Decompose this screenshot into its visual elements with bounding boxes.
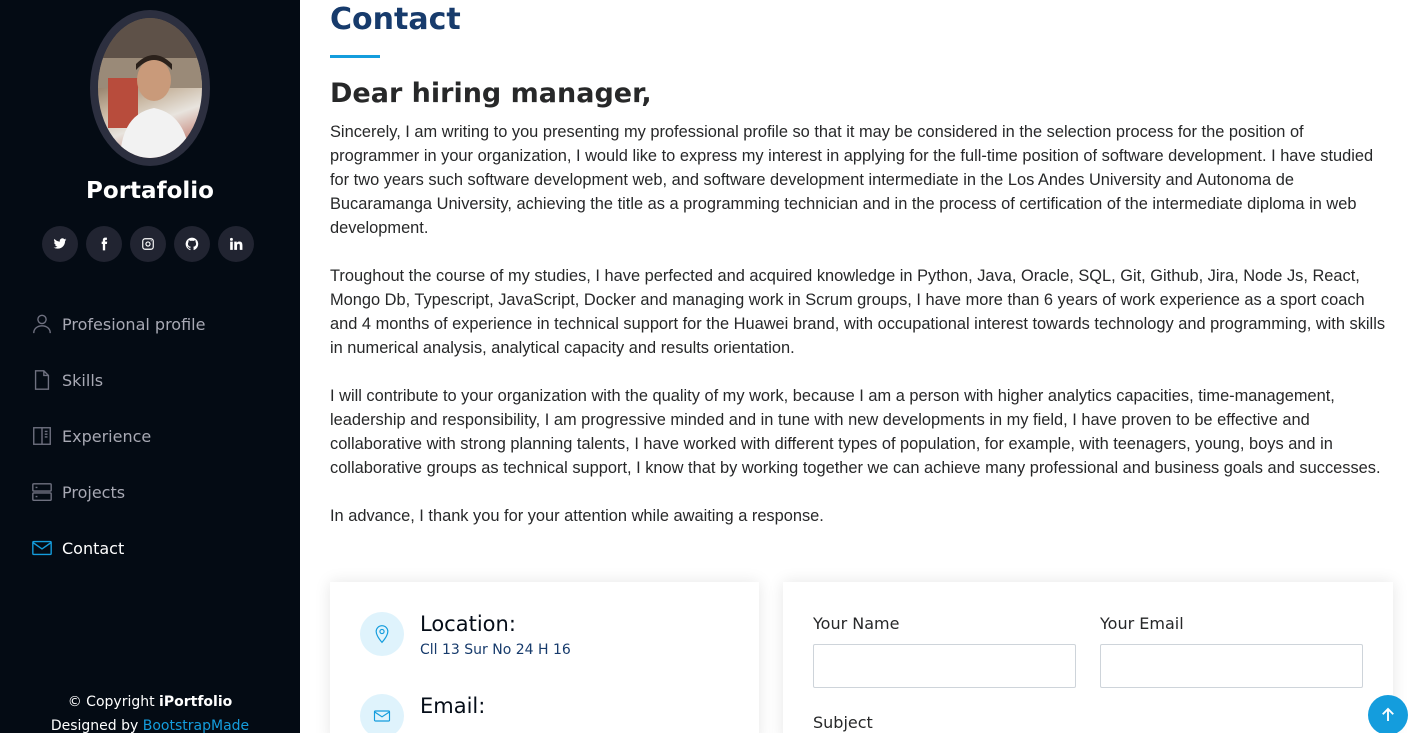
sidebar-nav: Profesional profile Skills Experience Pr… (30, 296, 205, 576)
file-icon (30, 368, 54, 392)
credits: Designed by BootstrapMade (0, 714, 300, 733)
letter-paragraph: Sincerely, I am writing to you presentin… (330, 123, 1374, 237)
nav-item-label: Skills (62, 370, 104, 390)
geo-pin-icon (360, 612, 404, 656)
book-icon (30, 424, 54, 448)
nav-item-contact[interactable]: Contact (30, 520, 205, 576)
sidebar-footer: © Copyright iPortfolio Designed by Boots… (0, 690, 300, 733)
cover-letter: Sincerely, I am writing to you presentin… (330, 120, 1394, 552)
sidebar: Portafolio Profesional profile Skills Ex (0, 0, 300, 733)
envelope-icon (360, 694, 404, 733)
nav-item-label: Profesional profile (62, 314, 206, 334)
linkedin-link[interactable] (218, 226, 254, 262)
subject-label: Subject (813, 713, 873, 732)
facebook-icon (101, 237, 108, 251)
nav-item-label: Contact (62, 538, 125, 558)
twitter-link[interactable] (42, 226, 78, 262)
brand-name[interactable]: Portafolio (0, 178, 300, 204)
copyright: © Copyright iPortfolio (0, 690, 300, 714)
profile-photo (98, 18, 202, 158)
twitter-icon (53, 238, 67, 249)
facebook-link[interactable] (86, 226, 122, 262)
greeting: Dear hiring manager, (330, 78, 652, 109)
email-label: Email: (420, 694, 486, 718)
nav-item-skills[interactable]: Skills (30, 352, 205, 408)
location-label: Location: (420, 612, 516, 636)
nav-item-projects[interactable]: Projects (30, 464, 205, 520)
nav-item-label: Experience (62, 426, 152, 446)
letter-paragraph: Troughout the course of my studies, I ha… (330, 267, 1386, 357)
letter-paragraph: In advance, I thank you for your attenti… (330, 507, 824, 525)
github-link[interactable] (174, 226, 210, 262)
name-label: Your Name (813, 614, 900, 633)
arrow-up-icon (1382, 707, 1394, 721)
copyright-prefix: © Copyright (67, 694, 160, 710)
copyright-brand: iPortfolio (159, 694, 233, 710)
server-icon (30, 480, 54, 504)
instagram-link[interactable] (130, 226, 166, 262)
name-input[interactable] (813, 644, 1076, 688)
social-links (42, 226, 254, 262)
contact-form: Your Name Your Email Subject (783, 582, 1393, 733)
section-title: Contact (330, 2, 461, 37)
location-value: Cll 13 Sur No 24 H 16 (420, 642, 571, 658)
bootstrapmade-link[interactable]: BootstrapMade (143, 718, 249, 733)
location-info: Location: Cll 13 Sur No 24 H 16 (360, 612, 571, 658)
github-icon (185, 237, 199, 251)
letter-paragraph: I will contribute to your organization w… (330, 387, 1381, 477)
nav-item-label: Projects (62, 482, 126, 502)
email-info: Email: (360, 694, 485, 733)
title-underline (330, 55, 380, 58)
nav-item-profile[interactable]: Profesional profile (30, 296, 205, 352)
email-input[interactable] (1100, 644, 1363, 688)
linkedin-icon (229, 237, 243, 250)
profile-photo-image (98, 18, 202, 158)
nav-item-experience[interactable]: Experience (30, 408, 205, 464)
credits-prefix: Designed by (50, 718, 143, 733)
email-label: Your Email (1100, 614, 1184, 633)
back-to-top-button[interactable] (1368, 695, 1408, 733)
person-icon (30, 312, 54, 336)
avatar (90, 10, 210, 166)
envelope-icon (30, 536, 54, 560)
instagram-icon (142, 238, 154, 250)
contact-info-card: Location: Cll 13 Sur No 24 H 16 Email: (330, 582, 759, 733)
